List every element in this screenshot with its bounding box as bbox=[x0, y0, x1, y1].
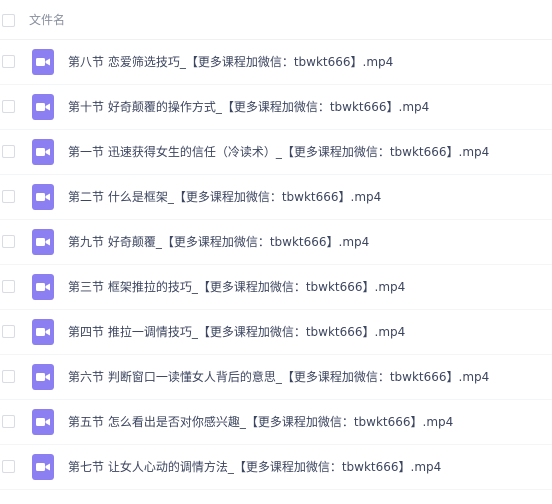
file-name[interactable]: 第一节 迅速获得女生的信任（冷读术）_【更多课程加微信：tbwkt666】.mp… bbox=[68, 144, 489, 160]
file-name[interactable]: 第二节 什么是框架_【更多课程加微信：tbwkt666】.mp4 bbox=[68, 189, 381, 205]
video-file-icon bbox=[32, 49, 54, 75]
video-file-icon bbox=[32, 94, 54, 120]
video-file-icon bbox=[32, 229, 54, 255]
video-file-icon bbox=[32, 454, 54, 480]
file-list: 文件名 第八节 恋爱筛选技巧_【更多课程加微信：tbwkt666】.mp4 第十… bbox=[0, 0, 552, 504]
file-row-checkbox[interactable] bbox=[2, 280, 15, 293]
video-file-icon bbox=[32, 184, 54, 210]
file-row-checkbox[interactable] bbox=[2, 100, 15, 113]
file-name[interactable]: 第八节 恋爱筛选技巧_【更多课程加微信：tbwkt666】.mp4 bbox=[68, 54, 393, 70]
file-name[interactable]: 第七节 让女人心动的调情方法_【更多课程加微信：tbwkt666】.mp4 bbox=[68, 459, 441, 475]
video-file-icon bbox=[32, 139, 54, 165]
file-row-checkbox[interactable] bbox=[2, 370, 15, 383]
file-row[interactable]: 第九节 好奇颠覆_【更多课程加微信：tbwkt666】.mp4 bbox=[0, 220, 552, 265]
video-file-icon bbox=[32, 319, 54, 345]
file-name[interactable]: 第五节 怎么看出是否对你感兴趣_【更多课程加微信：tbwkt666】.mp4 bbox=[68, 414, 453, 430]
file-list-header: 文件名 bbox=[0, 0, 552, 40]
file-row[interactable]: 第一节 迅速获得女生的信任（冷读术）_【更多课程加微信：tbwkt666】.mp… bbox=[0, 130, 552, 175]
file-name[interactable]: 第六节 判断窗口一读懂女人背后的意思_【更多课程加微信：tbwkt666】.mp… bbox=[68, 369, 489, 385]
file-name[interactable]: 第四节 推拉一调情技巧_【更多课程加微信：tbwkt666】.mp4 bbox=[68, 324, 405, 340]
file-row[interactable]: 第三节 框架推拉的技巧_【更多课程加微信：tbwkt666】.mp4 bbox=[0, 265, 552, 310]
select-all-checkbox[interactable] bbox=[2, 14, 15, 27]
file-row-checkbox[interactable] bbox=[2, 460, 15, 473]
file-row[interactable]: 第四节 推拉一调情技巧_【更多课程加微信：tbwkt666】.mp4 bbox=[0, 310, 552, 355]
file-name[interactable]: 第十节 好奇颠覆的操作方式_【更多课程加微信：tbwkt666】.mp4 bbox=[68, 99, 429, 115]
file-row-checkbox[interactable] bbox=[2, 55, 15, 68]
file-row-checkbox[interactable] bbox=[2, 235, 15, 248]
column-header-filename[interactable]: 文件名 bbox=[29, 12, 65, 28]
file-row[interactable]: 第十节 好奇颠覆的操作方式_【更多课程加微信：tbwkt666】.mp4 bbox=[0, 85, 552, 130]
file-row-checkbox[interactable] bbox=[2, 325, 15, 338]
file-row[interactable]: 第二节 什么是框架_【更多课程加微信：tbwkt666】.mp4 bbox=[0, 175, 552, 220]
video-file-icon bbox=[32, 274, 54, 300]
file-row-checkbox[interactable] bbox=[2, 145, 15, 158]
file-row[interactable]: 第八节 恋爱筛选技巧_【更多课程加微信：tbwkt666】.mp4 bbox=[0, 40, 552, 85]
file-row[interactable]: 第五节 怎么看出是否对你感兴趣_【更多课程加微信：tbwkt666】.mp4 bbox=[0, 400, 552, 445]
file-row[interactable]: 第六节 判断窗口一读懂女人背后的意思_【更多课程加微信：tbwkt666】.mp… bbox=[0, 355, 552, 400]
video-file-icon bbox=[32, 364, 54, 390]
file-row[interactable]: 第七节 让女人心动的调情方法_【更多课程加微信：tbwkt666】.mp4 bbox=[0, 445, 552, 490]
file-name[interactable]: 第九节 好奇颠覆_【更多课程加微信：tbwkt666】.mp4 bbox=[68, 234, 369, 250]
file-name[interactable]: 第三节 框架推拉的技巧_【更多课程加微信：tbwkt666】.mp4 bbox=[68, 279, 405, 295]
file-row-checkbox[interactable] bbox=[2, 415, 15, 428]
file-row-checkbox[interactable] bbox=[2, 190, 15, 203]
video-file-icon bbox=[32, 409, 54, 435]
